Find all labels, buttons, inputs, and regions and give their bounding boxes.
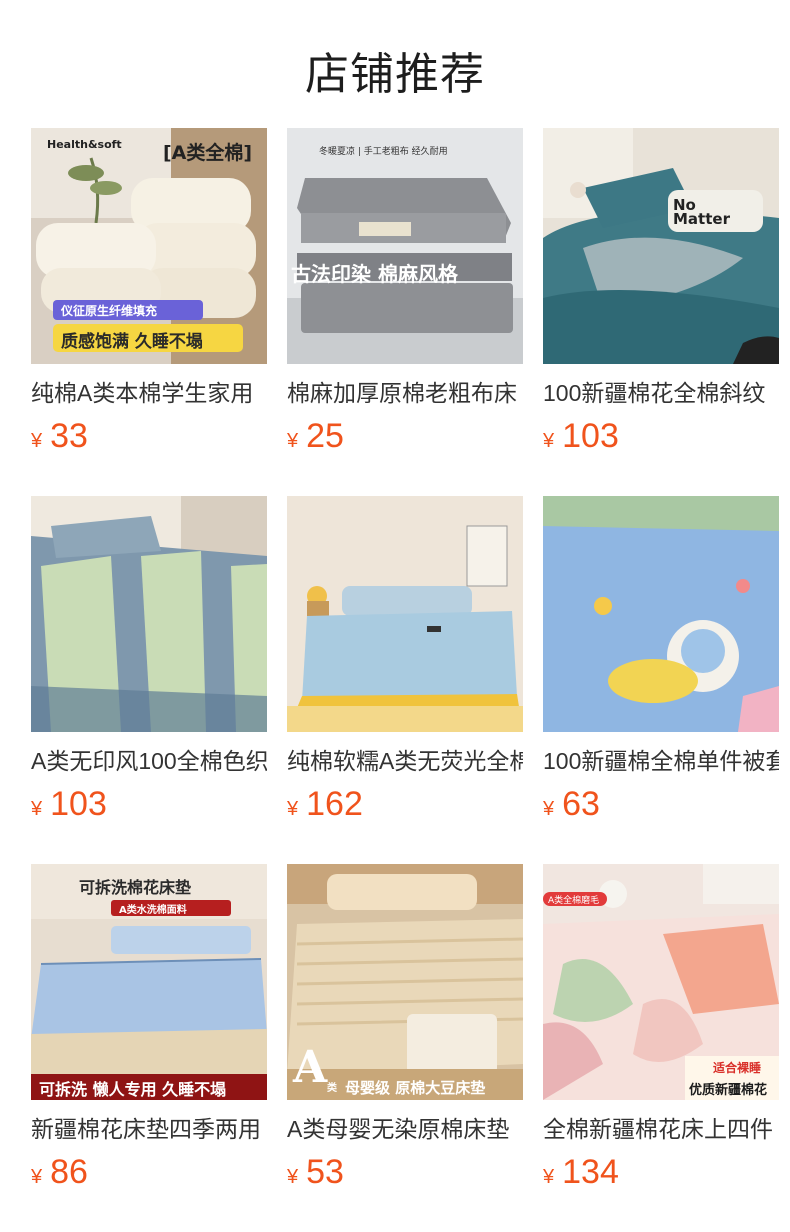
product-card[interactable]: A类全棉磨毛 适合裸睡 优质新疆棉花 全棉新疆棉花床上四件 ¥134 (543, 864, 779, 1192)
image-caption-2: 质感饱满 久睡不塌 (61, 332, 203, 352)
product-image-teal-bedding[interactable]: No Matter (543, 128, 779, 364)
product-card[interactable]: A 类 母婴级 原棉大豆床垫 A类母婴无染原棉床垫 ¥53 (287, 864, 523, 1192)
product-price: ¥86 (31, 1152, 267, 1192)
image-grade-letter: A (293, 1042, 328, 1093)
image-pillow-text: No Matter (673, 196, 730, 228)
price-value: 63 (562, 785, 600, 823)
image-banner-text: 古法印染 棉麻风格 (291, 262, 458, 286)
currency-symbol: ¥ (543, 798, 555, 820)
image-badge-text: A类水洗棉面料 (119, 905, 187, 916)
product-name[interactable]: 纯棉软糯A类无荧光全棉 (287, 746, 523, 776)
currency-symbol: ¥ (31, 430, 43, 452)
product-price: ¥63 (543, 784, 779, 824)
product-name[interactable]: 纯棉A类本棉学生家用 (31, 378, 267, 408)
image-grade-text: [A类全棉] (163, 142, 253, 164)
product-price: ¥103 (31, 784, 267, 824)
product-card[interactable]: 冬暖夏凉 | 手工老粗布 经久耐用 古法印染 棉麻风格 棉麻加厚原棉老粗布床 ¥… (287, 128, 523, 456)
product-name[interactable]: 新疆棉花床垫四季两用 (31, 1114, 267, 1144)
product-image-mattress-beige[interactable]: A 类 母婴级 原棉大豆床垫 (287, 864, 523, 1100)
product-card[interactable]: Health&soft [A类全棉] 仪征原生纤维填充 质感饱满 久睡不塌 纯棉… (31, 128, 267, 456)
product-name[interactable]: 全棉新疆棉花床上四件 (543, 1114, 779, 1144)
product-name[interactable]: 100新疆棉全棉单件被套 (543, 746, 779, 776)
product-card[interactable]: A类无印风100全棉色织 ¥103 (31, 496, 267, 824)
image-footer-text: 可拆洗 懒人专用 久睡不塌 (39, 1080, 227, 1099)
product-price: ¥134 (543, 1152, 779, 1192)
currency-symbol: ¥ (543, 430, 555, 452)
product-image-linen[interactable]: 冬暖夏凉 | 手工老粗布 经久耐用 古法印染 棉麻风格 (287, 128, 523, 364)
product-name[interactable]: A类母婴无染原棉床垫 (287, 1114, 523, 1144)
product-name[interactable]: A类无印风100全棉色织 (31, 746, 267, 776)
image-grade-sub: 类 (327, 1083, 337, 1094)
product-price: ¥162 (287, 784, 523, 824)
product-price: ¥33 (31, 416, 267, 456)
currency-symbol: ¥ (287, 1166, 299, 1188)
currency-symbol: ¥ (31, 798, 43, 820)
product-card[interactable]: 可拆洗棉花床垫 A类水洗棉面料 可拆洗 懒人专用 久睡不塌 新疆棉花床垫四季两用… (31, 864, 267, 1192)
price-value: 33 (50, 417, 88, 455)
product-image-cartoon-bedding[interactable] (543, 496, 779, 732)
currency-symbol: ¥ (287, 430, 299, 452)
image-footer-text-1: 适合裸睡 (713, 1061, 762, 1075)
price-value: 162 (306, 785, 363, 823)
image-footer-text-2: 优质新疆棉花 (689, 1083, 768, 1098)
currency-symbol: ¥ (543, 1166, 555, 1188)
product-card[interactable]: No Matter 100新疆棉花全棉斜纹 ¥103 (543, 128, 779, 456)
product-price: ¥103 (543, 416, 779, 456)
price-value: 103 (50, 785, 107, 823)
product-image-pillows[interactable]: Health&soft [A类全棉] 仪征原生纤维填充 质感饱满 久睡不塌 (31, 128, 267, 364)
product-price: ¥53 (287, 1152, 523, 1192)
product-name[interactable]: 棉麻加厚原棉老粗布床 (287, 378, 523, 408)
product-image-mattress-plaid[interactable]: 可拆洗棉花床垫 A类水洗棉面料 可拆洗 懒人专用 久睡不塌 (31, 864, 267, 1100)
product-price: ¥25 (287, 416, 523, 456)
image-title-text: 可拆洗棉花床垫 (79, 878, 192, 897)
price-value: 53 (306, 1153, 344, 1191)
price-value: 103 (562, 417, 619, 455)
product-card[interactable]: 纯棉软糯A类无荧光全棉 ¥162 (287, 496, 523, 824)
price-value: 134 (562, 1153, 619, 1191)
image-footer-text: 母婴级 原棉大豆床垫 (345, 1079, 486, 1097)
product-card[interactable]: 100新疆棉全棉单件被套 ¥63 (543, 496, 779, 824)
price-value: 86 (50, 1153, 88, 1191)
image-tag-text: A类全棉磨毛 (548, 896, 600, 906)
image-top-caption: 冬暖夏凉 | 手工老粗布 经久耐用 (319, 147, 448, 157)
image-brand-text: Health&soft (47, 138, 122, 151)
price-value: 25 (306, 417, 344, 455)
product-name[interactable]: 100新疆棉花全棉斜纹 (543, 378, 779, 408)
image-caption-1: 仪征原生纤维填充 (61, 304, 158, 318)
currency-symbol: ¥ (287, 798, 299, 820)
page-title: 店铺推荐 (305, 50, 485, 99)
currency-symbol: ¥ (31, 1166, 43, 1188)
product-image-blue-bedroom[interactable] (287, 496, 523, 732)
product-image-striped-bedding[interactable] (31, 496, 267, 732)
product-image-floral-bedding[interactable]: A类全棉磨毛 适合裸睡 优质新疆棉花 (543, 864, 779, 1100)
